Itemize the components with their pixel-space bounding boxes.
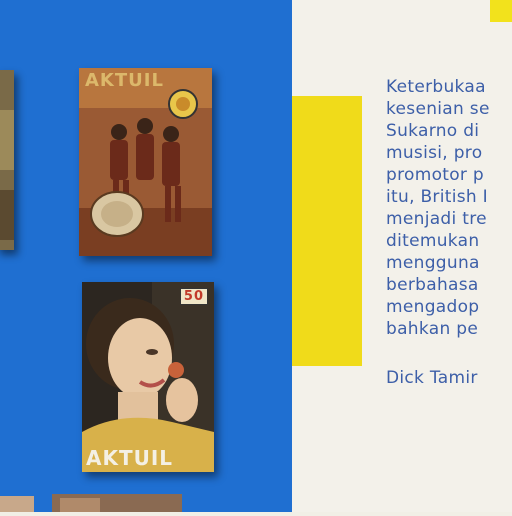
text-line: mengguna (386, 253, 480, 273)
text-line: mengadop (386, 297, 480, 317)
magazine-row-bottom-art (0, 494, 182, 512)
text-line: Sukarno di (386, 121, 480, 141)
magazine-row-bottom (0, 494, 292, 512)
magazine-band-masthead: AKTUIL (85, 70, 164, 91)
text-line: berbahasa (386, 275, 479, 295)
text-line: menjadi tre (386, 209, 487, 229)
text-line: ditemukan (386, 231, 480, 251)
text-line: bahkan pe (386, 319, 479, 339)
yellow-accent-bar (292, 96, 362, 366)
panel-text-block: Keterbukaa kesenian se Sukarno di musisi… (386, 76, 512, 389)
next-paragraph-line: Dick Tamir (386, 368, 478, 388)
magazine-portrait-badge: 50 (179, 288, 208, 305)
magazine-partial-art (0, 70, 14, 250)
magazine-band-art (79, 68, 212, 256)
text-line: promotor p (386, 165, 485, 185)
magazine-cover-band: AKTUIL (79, 68, 212, 256)
text-line: musisi, pro (386, 143, 483, 163)
magazine-cover-partial (0, 70, 14, 250)
text-line: Keterbukaa (386, 77, 486, 97)
magazine-cover-portrait: 50 AKTUIL (82, 282, 214, 472)
text-line: kesenian se (386, 99, 490, 119)
magazine-portrait-masthead: AKTUIL (86, 446, 174, 470)
magazine-portrait-art (82, 282, 214, 472)
text-line: itu, British I (386, 187, 488, 207)
yellow-accent-top (490, 0, 512, 22)
